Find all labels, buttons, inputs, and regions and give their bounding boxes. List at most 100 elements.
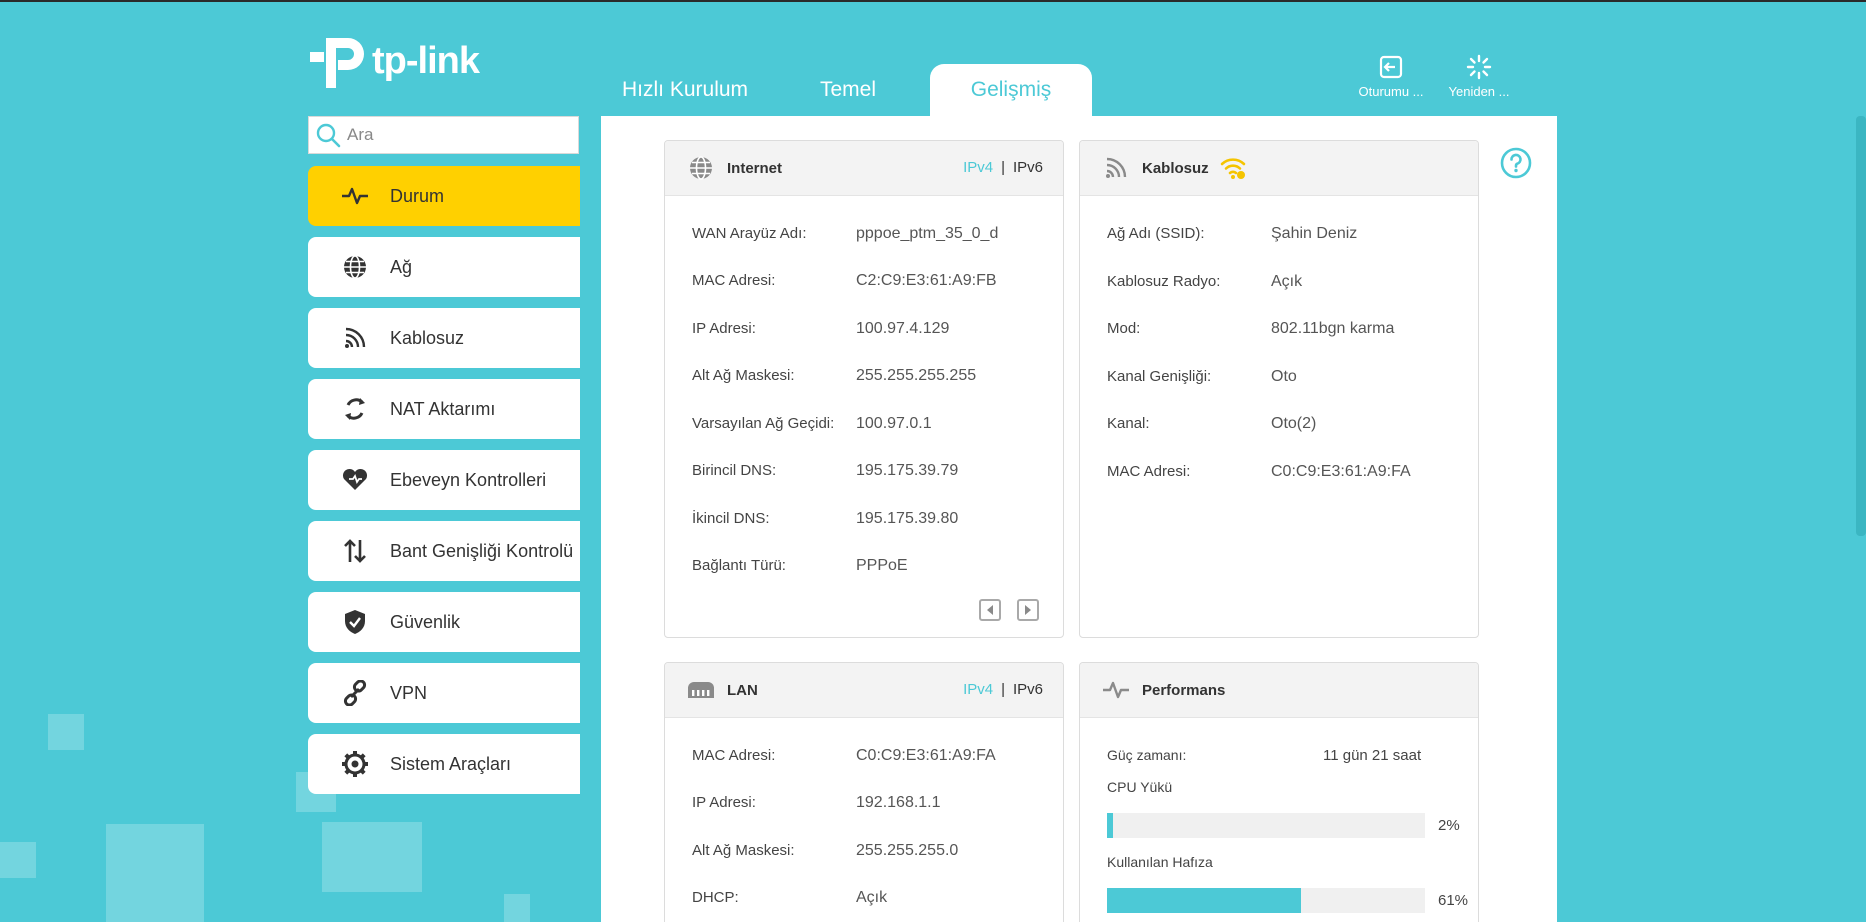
wireless-card-title: Kablosuz: [1142, 159, 1209, 177]
info-label: Kanal:: [1107, 415, 1150, 432]
ipv6-toggle[interactable]: IPv6: [1013, 681, 1043, 698]
uptime-label: Güç zamanı:: [1107, 747, 1187, 763]
ipv4-toggle[interactable]: IPv4: [963, 159, 993, 176]
info-label: Alt Ağ Maskesi:: [692, 367, 795, 384]
info-value: C2:C9:E3:61:A9:FB: [856, 272, 997, 289]
separator: |: [1001, 159, 1005, 176]
shield-icon: [340, 607, 370, 637]
info-label: Birincil DNS:: [692, 462, 777, 479]
info-value: 195.175.39.79: [856, 462, 959, 479]
lan-card-header: LAN IPv4 | IPv6: [665, 663, 1063, 718]
info-label: IP Adresi:: [692, 794, 756, 811]
info-value: C0:C9:E3:61:A9:FA: [856, 747, 996, 764]
internet-card: Internet IPv4 | IPv6 WAN Arayüz Adı: pppoe_…: [664, 140, 1064, 638]
globe-icon: [687, 154, 715, 182]
memory-usage-bar: [1107, 888, 1425, 913]
memory-usage-percent: 61%: [1438, 892, 1469, 909]
chevron-left-icon: [987, 605, 993, 615]
info-label: WAN Arayüz Adı:: [692, 225, 807, 242]
cpu-load-fill: [1107, 813, 1114, 838]
logo-text: tp-link: [372, 39, 480, 82]
tab-advanced[interactable]: Gelişmiş: [930, 64, 1092, 118]
wifi-status-icon: [1220, 158, 1245, 179]
prev-page-button[interactable]: [979, 599, 1001, 621]
separator: |: [1001, 681, 1005, 698]
info-value: 255.255.255.255: [856, 367, 977, 384]
background-decoration: [48, 714, 84, 750]
nat-icon: [340, 394, 370, 424]
background-decoration: [504, 894, 530, 922]
sidebar-item-nat[interactable]: NAT Aktarımı: [308, 379, 580, 439]
info-label: İkincil DNS:: [692, 510, 770, 527]
performance-card-title: Performans: [1142, 681, 1226, 699]
info-value: PPPoE: [856, 557, 908, 574]
next-page-button[interactable]: [1017, 599, 1039, 621]
sidebar-item-status[interactable]: Durum: [308, 166, 580, 226]
link-icon: [340, 678, 370, 708]
info-label: Kablosuz Radyo:: [1107, 273, 1221, 290]
performance-card: Performans Güç zamanı: 11 gün 21 saat CP…: [1079, 662, 1479, 922]
sidebar-item-bandwidth-control[interactable]: Bant Genişliği Kontrolü: [308, 521, 580, 581]
page-scrollbar[interactable]: [1856, 116, 1866, 536]
background-decoration: [322, 822, 422, 892]
sidebar-item-wireless[interactable]: Kablosuz: [308, 308, 580, 368]
globe-icon: [340, 252, 370, 282]
tp-link-logo-icon: [310, 38, 364, 88]
info-value: Açık: [1271, 273, 1303, 290]
info-label: MAC Adresi:: [692, 272, 776, 289]
internet-card-title: Internet: [727, 159, 783, 177]
ipv6-toggle[interactable]: IPv6: [1013, 159, 1043, 176]
info-value: Oto: [1271, 368, 1297, 385]
gear-icon: [340, 749, 370, 779]
info-label: Alt Ağ Maskesi:: [692, 842, 795, 859]
info-label: DHCP:: [692, 889, 739, 906]
lan-card-title: LAN: [727, 681, 758, 699]
ethernet-port-icon: [687, 676, 715, 704]
sidebar-item-label: Durum: [390, 185, 445, 206]
reboot-label: Yeniden ...: [1448, 84, 1510, 99]
ip-version-switch: IPv4 | IPv6: [963, 663, 1043, 717]
sidebar-item-security[interactable]: Güvenlik: [308, 592, 580, 652]
sidebar-item-label: Sistem Araçları: [390, 753, 512, 774]
tab-basic[interactable]: Temel: [820, 64, 876, 116]
logout-button[interactable]: Oturumu ...: [1352, 54, 1430, 99]
info-value: Açık: [856, 889, 888, 906]
info-value: 100.97.0.1: [856, 415, 932, 432]
reboot-icon: [1466, 54, 1492, 80]
pulse-icon: [1102, 676, 1130, 704]
ipv4-toggle[interactable]: IPv4: [963, 681, 993, 698]
sidebar-item-parental-controls[interactable]: Ebeveyn Kontrolleri: [308, 450, 580, 510]
ip-version-switch: IPv4 | IPv6: [963, 141, 1043, 195]
sidebar-item-system-tools[interactable]: Sistem Araçları: [308, 734, 580, 794]
search-box[interactable]: [308, 116, 579, 154]
bandwidth-icon: [340, 536, 370, 566]
search-input[interactable]: [345, 124, 569, 146]
internet-card-header: Internet IPv4 | IPv6: [665, 141, 1063, 196]
pulse-icon: [340, 181, 370, 211]
sidebar-item-network[interactable]: Ağ: [308, 237, 580, 297]
info-value: Oto(2): [1271, 415, 1317, 432]
performance-card-header: Performans: [1080, 663, 1478, 718]
info-label: Bağlantı Türü:: [692, 557, 786, 574]
tab-quick-setup[interactable]: Hızlı Kurulum: [622, 64, 748, 116]
info-value: pppoe_ptm_35_0_d: [856, 225, 999, 242]
background-decoration: [106, 824, 204, 922]
wireless-card-header: Kablosuz: [1080, 141, 1478, 196]
info-value: 802.11bgn karma: [1271, 320, 1395, 337]
memory-usage-label: Kullanılan Hafıza: [1107, 854, 1213, 870]
info-value: Şahin Deniz: [1271, 225, 1358, 242]
info-value: 195.175.39.80: [856, 510, 959, 527]
search-icon: [316, 123, 341, 148]
help-icon[interactable]: [1500, 147, 1532, 179]
info-value: C0:C9:E3:61:A9:FA: [1271, 463, 1411, 480]
heart-icon: [340, 465, 370, 495]
reboot-button[interactable]: Yeniden ...: [1440, 54, 1518, 99]
wireless-icon: [340, 323, 370, 353]
sidebar-item-label: Bant Genişliği Kontrolü: [390, 540, 574, 561]
lan-card: LAN IPv4 | IPv6 MAC Adresi: C0:C9:E3:61:A9:…: [664, 662, 1064, 922]
memory-usage-fill: [1107, 888, 1301, 913]
sidebar-item-label: VPN: [390, 682, 428, 703]
sidebar-item-label: Ebeveyn Kontrolleri: [390, 469, 547, 490]
wireless-card: Kablosuz Ağ Adı (SSID): Şahin Deniz Kablo…: [1079, 140, 1479, 638]
sidebar-item-vpn[interactable]: VPN: [308, 663, 580, 723]
